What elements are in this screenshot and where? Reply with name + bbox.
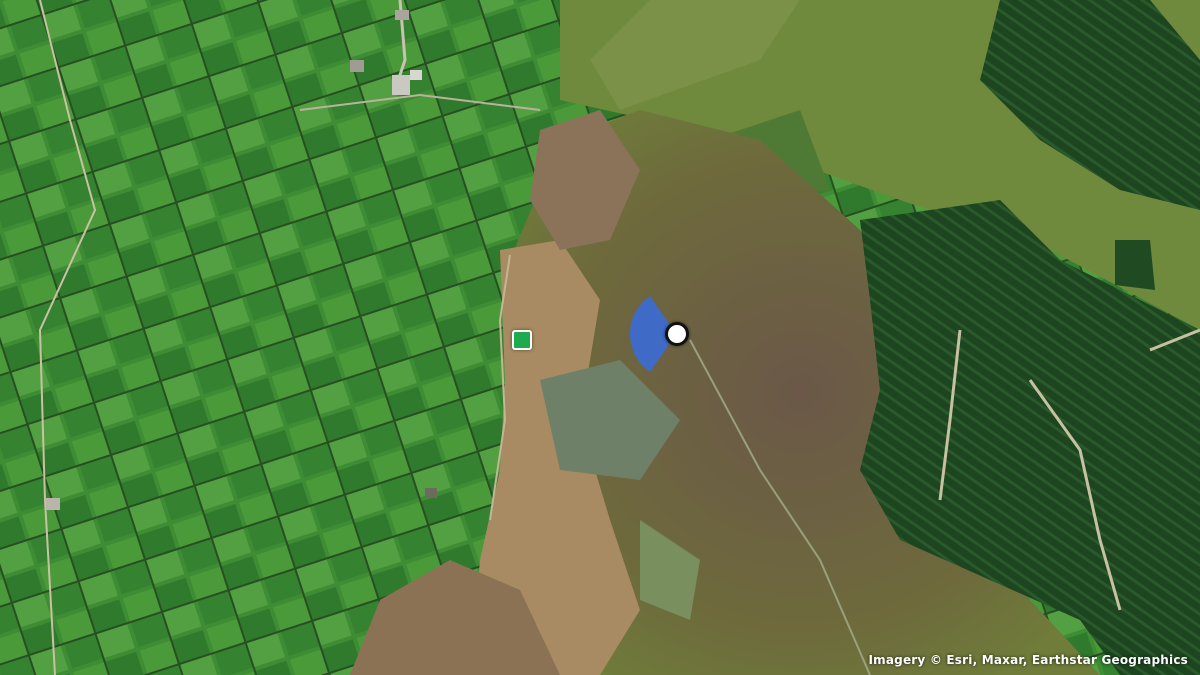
satellite-imagery — [0, 0, 1200, 675]
destination-square-icon[interactable] — [512, 330, 532, 350]
satellite-map[interactable]: Imagery © Esri, Maxar, Earthstar Geograp… — [0, 0, 1200, 675]
map-attribution: Imagery © Esri, Maxar, Earthstar Geograp… — [868, 653, 1188, 667]
user-location-dot-icon[interactable] — [665, 322, 689, 346]
